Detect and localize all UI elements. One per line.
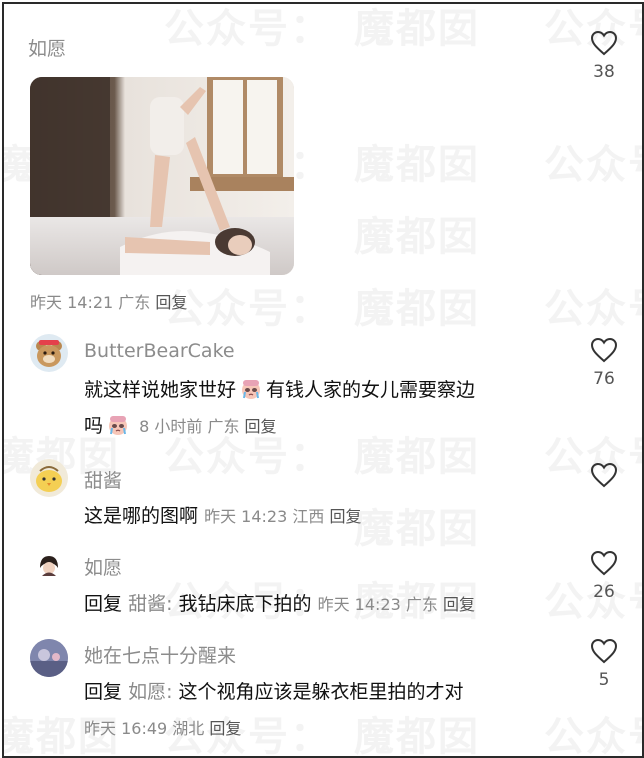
comment-meta: 8 小时前 广东 回复 [139,417,277,436]
avatar[interactable] [30,334,68,372]
comment-location: 湖北 [172,719,205,738]
photo-illustration [30,77,294,275]
comment-time: 昨天 16:49 [84,719,168,738]
comment-text-line: 回复 如愿: 这个视角应该是躲衣柜里拍的才对 [84,677,464,704]
watermark: 魔都囡 [354,434,480,480]
comment-text: 我钻床底下拍的 [178,593,312,615]
comment-time: 昨天 14:23 [204,507,288,526]
reply-target-name[interactable]: 甜酱: [128,593,172,615]
reply-prefix: 回复 [84,681,123,703]
comment-meta: 昨天 14:23 广东 回复 [318,595,475,614]
heart-outline-icon [590,462,618,488]
comment-meta: 昨天 14:23 江西 回复 [204,507,361,526]
like-count: 5 [598,670,610,690]
reply-prefix: 回复 [84,593,123,615]
reply-target-name[interactable]: 如愿: [128,681,172,703]
reply-button[interactable]: 回复 [329,507,361,526]
comment-text: 这个视角应该是躲衣柜里拍的才对 [178,681,464,703]
watermark: 公众号： [164,286,332,332]
like-button[interactable]: 26 [584,550,624,602]
crying-face-emoji [239,378,263,400]
reply-button[interactable]: 回复 [245,417,277,436]
comment-location: 江西 [292,507,325,526]
avatar[interactable] [30,459,68,497]
commenter-name[interactable]: 如愿 [84,553,122,580]
comment-text: 有钱人家的女儿需要察边 [266,379,476,401]
bear-avatar-icon [30,334,68,372]
comment-location: 广东 [207,417,240,436]
chick-avatar-icon [30,459,68,497]
comment-panel: 公众号： 魔都囡 魔都囡 公众号： 魔都囡 魔都囡 公众号： 魔都囡 魔都囡 公… [2,2,644,758]
comment-text-line: 就这样说她家世好 有钱人家的女儿需要察边 [84,375,475,402]
girl-avatar-icon [36,552,62,578]
watermark: 公众号： [544,714,642,756]
comment-meta: 昨天 14:21 广东 回复 [30,289,187,313]
heart-outline-icon [590,638,618,664]
avatar[interactable] [30,639,68,677]
avatar[interactable] [36,552,62,578]
like-count: 26 [593,582,615,602]
commenter-name[interactable]: 甜酱 [84,466,122,493]
comment-time: 8 小时前 [139,417,203,436]
comment-location: 广东 [405,595,438,614]
watermark: 魔都囡 [354,506,480,552]
watermark: 魔都囡 [354,214,480,260]
comment-time: 昨天 14:21 [30,293,114,312]
commenter-name[interactable]: ButterBearCake [84,340,235,362]
comment-text: 吗 [84,415,104,437]
watermark: 公众号： [164,6,332,52]
watermark: 魔都囡 [354,142,480,188]
watermark: 公众号： [544,286,642,332]
watermark: 魔都囡 [354,286,480,332]
like-button[interactable]: 5 [584,638,624,690]
crying-face-emoji [106,414,130,436]
reply-button[interactable]: 回复 [155,293,187,312]
commenter-name[interactable]: 她在七点十分醒来 [84,641,236,668]
commenter-name[interactable]: 如愿 [28,34,66,61]
like-count: 76 [593,369,615,389]
comment-text: 这是哪的图啊 [84,505,199,527]
like-button[interactable]: 38 [584,30,624,82]
heart-outline-icon [590,30,618,56]
comment-time: 昨天 14:23 [317,595,401,614]
watermark: 魔都囡 [354,6,480,52]
comment-meta: 昨天 16:49 湖北 回复 [84,715,241,739]
heart-outline-icon [590,337,618,363]
like-button[interactable] [584,462,624,488]
reply-button[interactable]: 回复 [209,719,241,738]
watermark: 魔都囡 [354,714,480,756]
scenery-avatar-icon [30,639,68,677]
heart-outline-icon [590,550,618,576]
comment-text: 就这样说她家世好 [84,379,237,401]
comment-photo[interactable] [30,77,294,275]
like-button[interactable]: 76 [584,337,624,389]
like-count: 38 [593,62,615,82]
comment-text-line: 吗 8 小时前 广东 回复 [84,411,277,438]
comment-text-line: 这是哪的图啊 昨天 14:23 江西 回复 [84,501,361,528]
comment-location: 广东 [118,293,151,312]
reply-button[interactable]: 回复 [443,595,475,614]
comment-text-line: 回复 甜酱: 我钻床底下拍的 昨天 14:23 广东 回复 [84,589,475,616]
watermark: 公众号： [544,142,642,188]
